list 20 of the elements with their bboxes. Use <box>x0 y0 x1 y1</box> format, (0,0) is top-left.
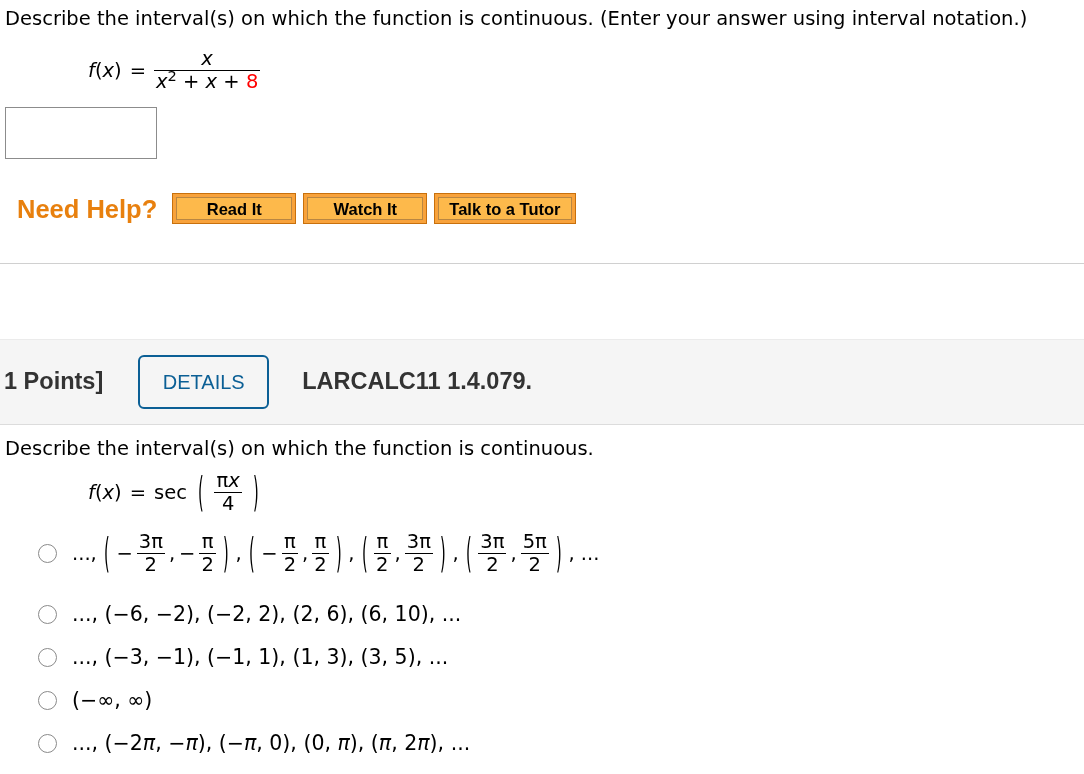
question-text: Describe the interval(s) on which the function is continuous. <box>5 435 595 462</box>
question-reference: LARCALC11 1.4.079. <box>302 367 533 397</box>
math-formula: f(x) = x x$^{2}$ + x + 8 <box>88 48 261 93</box>
radio-button[interactable] <box>38 647 57 667</box>
radio-button[interactable] <box>38 604 57 624</box>
help-label: Need Help? <box>17 193 158 225</box>
option-text: ..., (−2π, −π), (−π, 0), (0, π), (π, 2π), ... <box>72 729 471 757</box>
radio-button[interactable] <box>38 544 57 564</box>
help-button[interactable]: Talk to a Tutor <box>434 193 576 225</box>
option-text: ..., (−6, −2), (−2, 2), (2, 6), (6, 10), ... <box>72 600 462 628</box>
radio-button[interactable] <box>38 733 57 753</box>
option-text: (−∞, ∞) <box>72 686 153 714</box>
details-button[interactable]: DETAILS <box>138 354 270 409</box>
answer-box[interactable] <box>5 106 157 159</box>
help-button[interactable]: Watch It <box>303 193 428 225</box>
radio-button[interactable] <box>38 690 57 710</box>
points-label: 1 Points] <box>4 367 104 397</box>
help-button[interactable]: Read It <box>172 193 297 225</box>
question-text: Describe the interval(s) on which the function is continuous. (Enter your answer using interval notation.) <box>5 6 1029 32</box>
option-text: ..., (−3, −1), (−1, 1), (1, 3), (3, 5), ... <box>72 643 449 671</box>
